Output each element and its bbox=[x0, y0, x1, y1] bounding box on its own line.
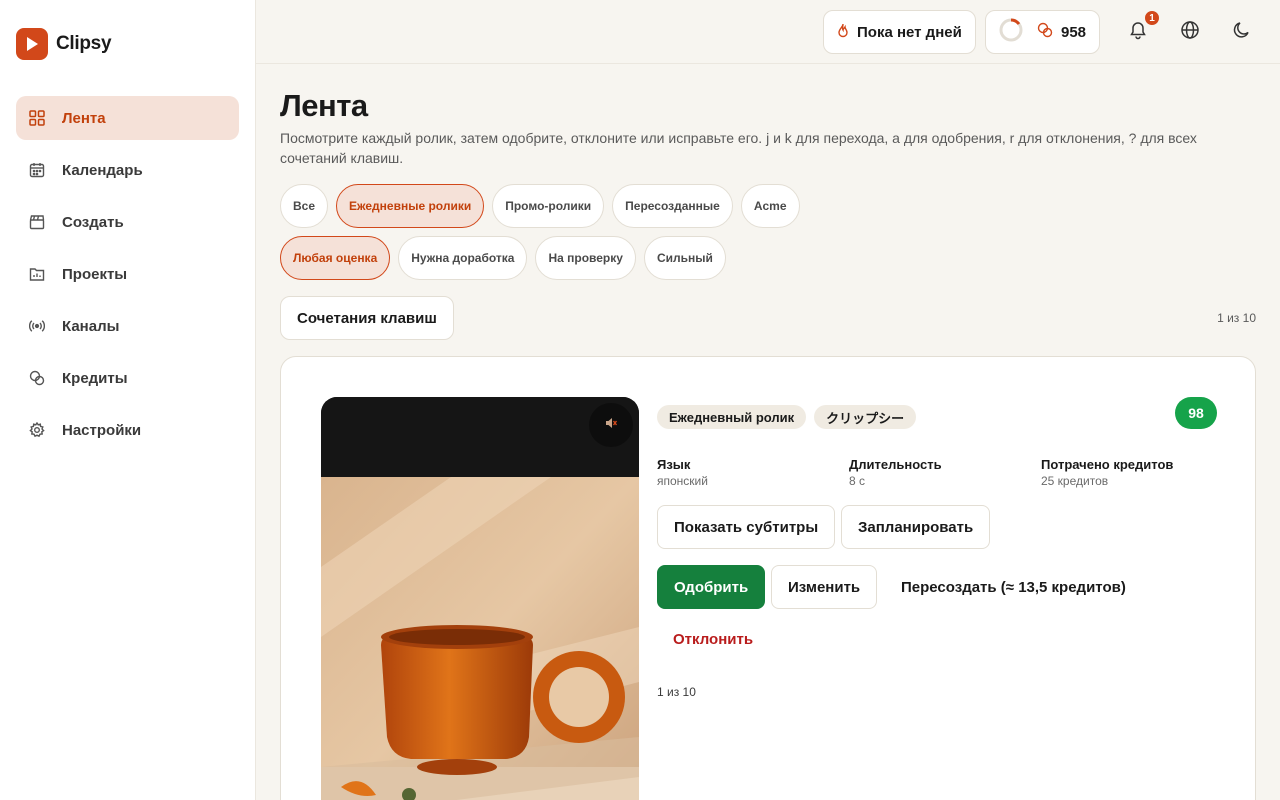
sidebar-item-label: Проекты bbox=[62, 265, 128, 283]
sidebar-item-label: Создать bbox=[62, 213, 124, 231]
meta-label: Длительность bbox=[849, 457, 942, 472]
type-filter-chips: Все Ежедневные ролики Промо-ролики Перес… bbox=[280, 184, 800, 228]
sidebar-item-label: Лента bbox=[62, 109, 106, 127]
sidebar-nav: Лента Календарь Создать Проекты Каналы К… bbox=[16, 96, 239, 460]
notification-badge: 1 bbox=[1143, 9, 1161, 27]
credits-button[interactable]: 958 bbox=[985, 10, 1101, 54]
meta-credits: Потрачено кредитов 25 кредитов bbox=[1041, 457, 1173, 488]
coins-icon bbox=[1037, 22, 1053, 42]
chip-promo[interactable]: Промо-ролики bbox=[492, 184, 605, 228]
recreate-button[interactable]: Пересоздать (≈ 13,5 кредитов) bbox=[885, 565, 1142, 609]
sidebar-item-credits[interactable]: Кредиты bbox=[16, 356, 239, 400]
sidebar: Clipsy Лента Календарь Создать Проекты К… bbox=[0, 0, 256, 800]
play-logo-icon bbox=[16, 28, 48, 60]
page-description: Посмотрите каждый ролик, затем одобрите,… bbox=[280, 130, 1197, 166]
shortcuts-button[interactable]: Сочетания клавиш bbox=[280, 296, 454, 340]
streak-button[interactable]: Пока нет дней bbox=[823, 10, 976, 54]
chip-acme[interactable]: Acme bbox=[740, 184, 800, 228]
video-letterbox bbox=[321, 397, 639, 477]
muted-speaker-icon bbox=[604, 416, 618, 435]
moon-icon bbox=[1232, 20, 1252, 45]
chip-needs-work[interactable]: Нужна доработка bbox=[398, 236, 528, 280]
sidebar-item-label: Каналы bbox=[62, 317, 120, 335]
tag-channel: クリップシー bbox=[814, 405, 917, 429]
rating-filter-chips: Любая оценка Нужна доработка На проверку… bbox=[280, 236, 726, 280]
clip-tags: Ежедневный ролик クリップシー bbox=[657, 405, 1217, 429]
meta-label: Язык bbox=[657, 457, 691, 472]
grid-icon bbox=[28, 109, 46, 127]
topbar: Пока нет дней 958 1 bbox=[256, 0, 1280, 64]
show-subtitles-button[interactable]: Показать субтитры bbox=[657, 505, 836, 549]
language-button[interactable] bbox=[1174, 16, 1206, 48]
reject-button[interactable]: Отклонить bbox=[657, 617, 769, 661]
chip-any-rating[interactable]: Любая оценка bbox=[280, 236, 391, 280]
sidebar-item-channels[interactable]: Каналы bbox=[16, 304, 239, 348]
chip-all[interactable]: Все bbox=[280, 184, 329, 228]
score-badge: 98 bbox=[1175, 397, 1217, 429]
flame-icon bbox=[837, 23, 849, 42]
card-position-counter: 1 из 10 bbox=[657, 685, 696, 699]
edit-button[interactable]: Изменить bbox=[771, 565, 878, 609]
brand[interactable]: Clipsy bbox=[16, 28, 112, 60]
video-frame-cup bbox=[321, 477, 639, 800]
gear-icon bbox=[28, 421, 46, 439]
meta-label: Потрачено кредитов bbox=[1041, 457, 1174, 472]
meta-value: 8 с bbox=[849, 474, 866, 488]
loading-ring-icon bbox=[999, 18, 1023, 46]
chip-for-review[interactable]: На проверку bbox=[535, 236, 636, 280]
mute-button[interactable] bbox=[589, 403, 633, 447]
meta-value: японский bbox=[657, 474, 708, 488]
sidebar-item-calendar[interactable]: Календарь bbox=[16, 148, 239, 192]
brand-name: Clipsy bbox=[56, 33, 112, 54]
folder-icon bbox=[28, 265, 46, 283]
calendar-icon bbox=[28, 161, 46, 179]
sidebar-item-projects[interactable]: Проекты bbox=[16, 252, 239, 296]
chip-daily[interactable]: Ежедневные ролики bbox=[336, 184, 485, 228]
page-title: Лента bbox=[280, 88, 368, 123]
clapperboard-icon bbox=[28, 213, 46, 231]
sidebar-item-label: Настройки bbox=[62, 421, 142, 439]
tag-type: Ежедневный ролик bbox=[657, 405, 807, 429]
position-counter: 1 из 10 bbox=[1217, 311, 1256, 325]
sidebar-item-create[interactable]: Создать bbox=[16, 200, 239, 244]
review-card: Ежедневный ролик クリップシー 98 Язык японский… bbox=[280, 356, 1256, 800]
sidebar-item-feed[interactable]: Лента bbox=[16, 96, 239, 140]
meta-duration: Длительность 8 с bbox=[849, 457, 942, 488]
video-player[interactable] bbox=[321, 397, 639, 800]
globe-icon bbox=[1180, 20, 1200, 45]
schedule-button[interactable]: Запланировать bbox=[841, 505, 991, 549]
sidebar-item-settings[interactable]: Настройки bbox=[16, 408, 239, 452]
meta-value: 25 кредитов bbox=[1041, 474, 1109, 488]
sidebar-item-label: Кредиты bbox=[62, 369, 128, 387]
streak-label: Пока нет дней bbox=[857, 23, 962, 41]
coins-icon bbox=[28, 369, 46, 387]
sidebar-item-label: Календарь bbox=[62, 161, 143, 179]
chip-recreated[interactable]: Пересозданные bbox=[612, 184, 733, 228]
theme-toggle-button[interactable] bbox=[1226, 16, 1258, 48]
meta-language: Язык японский bbox=[657, 457, 708, 488]
approve-button[interactable]: Одобрить bbox=[657, 565, 766, 609]
clip-info: Ежедневный ролик クリップシー 98 Язык японский… bbox=[657, 397, 1217, 699]
notifications-button[interactable]: 1 bbox=[1122, 9, 1161, 48]
broadcast-icon bbox=[28, 317, 46, 335]
credits-value: 958 bbox=[1061, 23, 1087, 41]
chip-strong[interactable]: Сильный bbox=[643, 236, 726, 280]
